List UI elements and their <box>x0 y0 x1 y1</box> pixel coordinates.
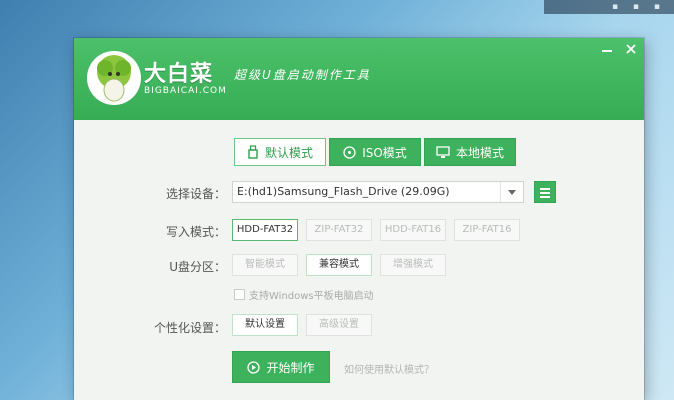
tab-label: ISO模式 <box>362 145 407 160</box>
tablet-boot-option[interactable]: 支持Windows平板电脑启动 <box>234 287 374 302</box>
write-mode-zip-fat16[interactable]: ZIP-FAT16 <box>454 219 520 241</box>
advanced-settings-button[interactable]: 高级设置 <box>306 314 372 336</box>
start-button-label: 开始制作 <box>266 360 315 375</box>
tablet-boot-label: 支持Windows平板电脑启动 <box>249 291 374 302</box>
tab-default-mode[interactable]: 默认模式 <box>234 138 326 166</box>
tablet-boot-checkbox[interactable] <box>234 289 245 300</box>
tab-iso-mode[interactable]: ISO模式 <box>329 138 421 166</box>
write-mode-zip-fat32[interactable]: ZIP-FAT32 <box>306 219 372 241</box>
disc-icon <box>343 145 356 159</box>
help-link[interactable]: 如何使用默认模式？ <box>344 361 434 376</box>
write-mode-hdd-fat16[interactable]: HDD-FAT16 <box>380 219 446 241</box>
device-value: E:(hd1)Samsung_Flash_Drive (29.09G) <box>237 185 450 198</box>
mode-tabs: 默认模式 ISO模式 本地模式 <box>234 138 516 166</box>
close-button[interactable] <box>622 40 640 58</box>
personalize-label: 个性化设置： <box>153 321 226 335</box>
monitor-icon <box>436 145 450 158</box>
usb-drive-icon <box>248 145 258 159</box>
minimize-button[interactable] <box>598 40 616 58</box>
chevron-down-icon[interactable] <box>500 182 523 202</box>
partition-label: U盘分区： <box>169 260 226 274</box>
play-icon <box>247 360 261 374</box>
write-mode-label: 写入模式： <box>165 225 226 239</box>
tab-label: 本地模式 <box>455 145 504 160</box>
close-icon <box>626 44 636 54</box>
app-window: 大白菜 BIGBAICAI.COM 超级U盘启动制作工具 默认模式 ISO模式 … <box>74 38 644 400</box>
app-slogan: 超级U盘启动制作工具 <box>234 68 371 82</box>
brand-domain: BIGBAICAI.COM <box>144 86 227 96</box>
device-label: 选择设备： <box>165 187 226 201</box>
taskbar-strip: ▪ ▪ ▪ <box>544 0 674 14</box>
partition-compat-mode[interactable]: 兼容模式 <box>306 254 372 276</box>
start-button[interactable]: 开始制作 <box>232 351 330 383</box>
tab-local-mode[interactable]: 本地模式 <box>424 138 516 166</box>
tray-icons: ▪ ▪ ▪ <box>611 2 666 12</box>
app-header: 大白菜 BIGBAICAI.COM 超级U盘启动制作工具 <box>74 38 644 120</box>
partition-enhanced-mode[interactable]: 增强模式 <box>380 254 446 276</box>
minimize-icon <box>602 50 612 52</box>
default-settings-button[interactable]: 默认设置 <box>232 314 298 336</box>
device-select[interactable]: E:(hd1)Samsung_Flash_Drive (29.09G) <box>232 181 524 203</box>
tab-label: 默认模式 <box>264 145 313 160</box>
brand-name: 大白菜 <box>144 61 214 87</box>
write-mode-hdd-fat32[interactable]: HDD-FAT32 <box>232 219 298 241</box>
partition-smart-mode[interactable]: 智能模式 <box>232 254 298 276</box>
cabbage-logo-icon <box>87 51 141 105</box>
device-menu-button[interactable] <box>534 181 556 203</box>
